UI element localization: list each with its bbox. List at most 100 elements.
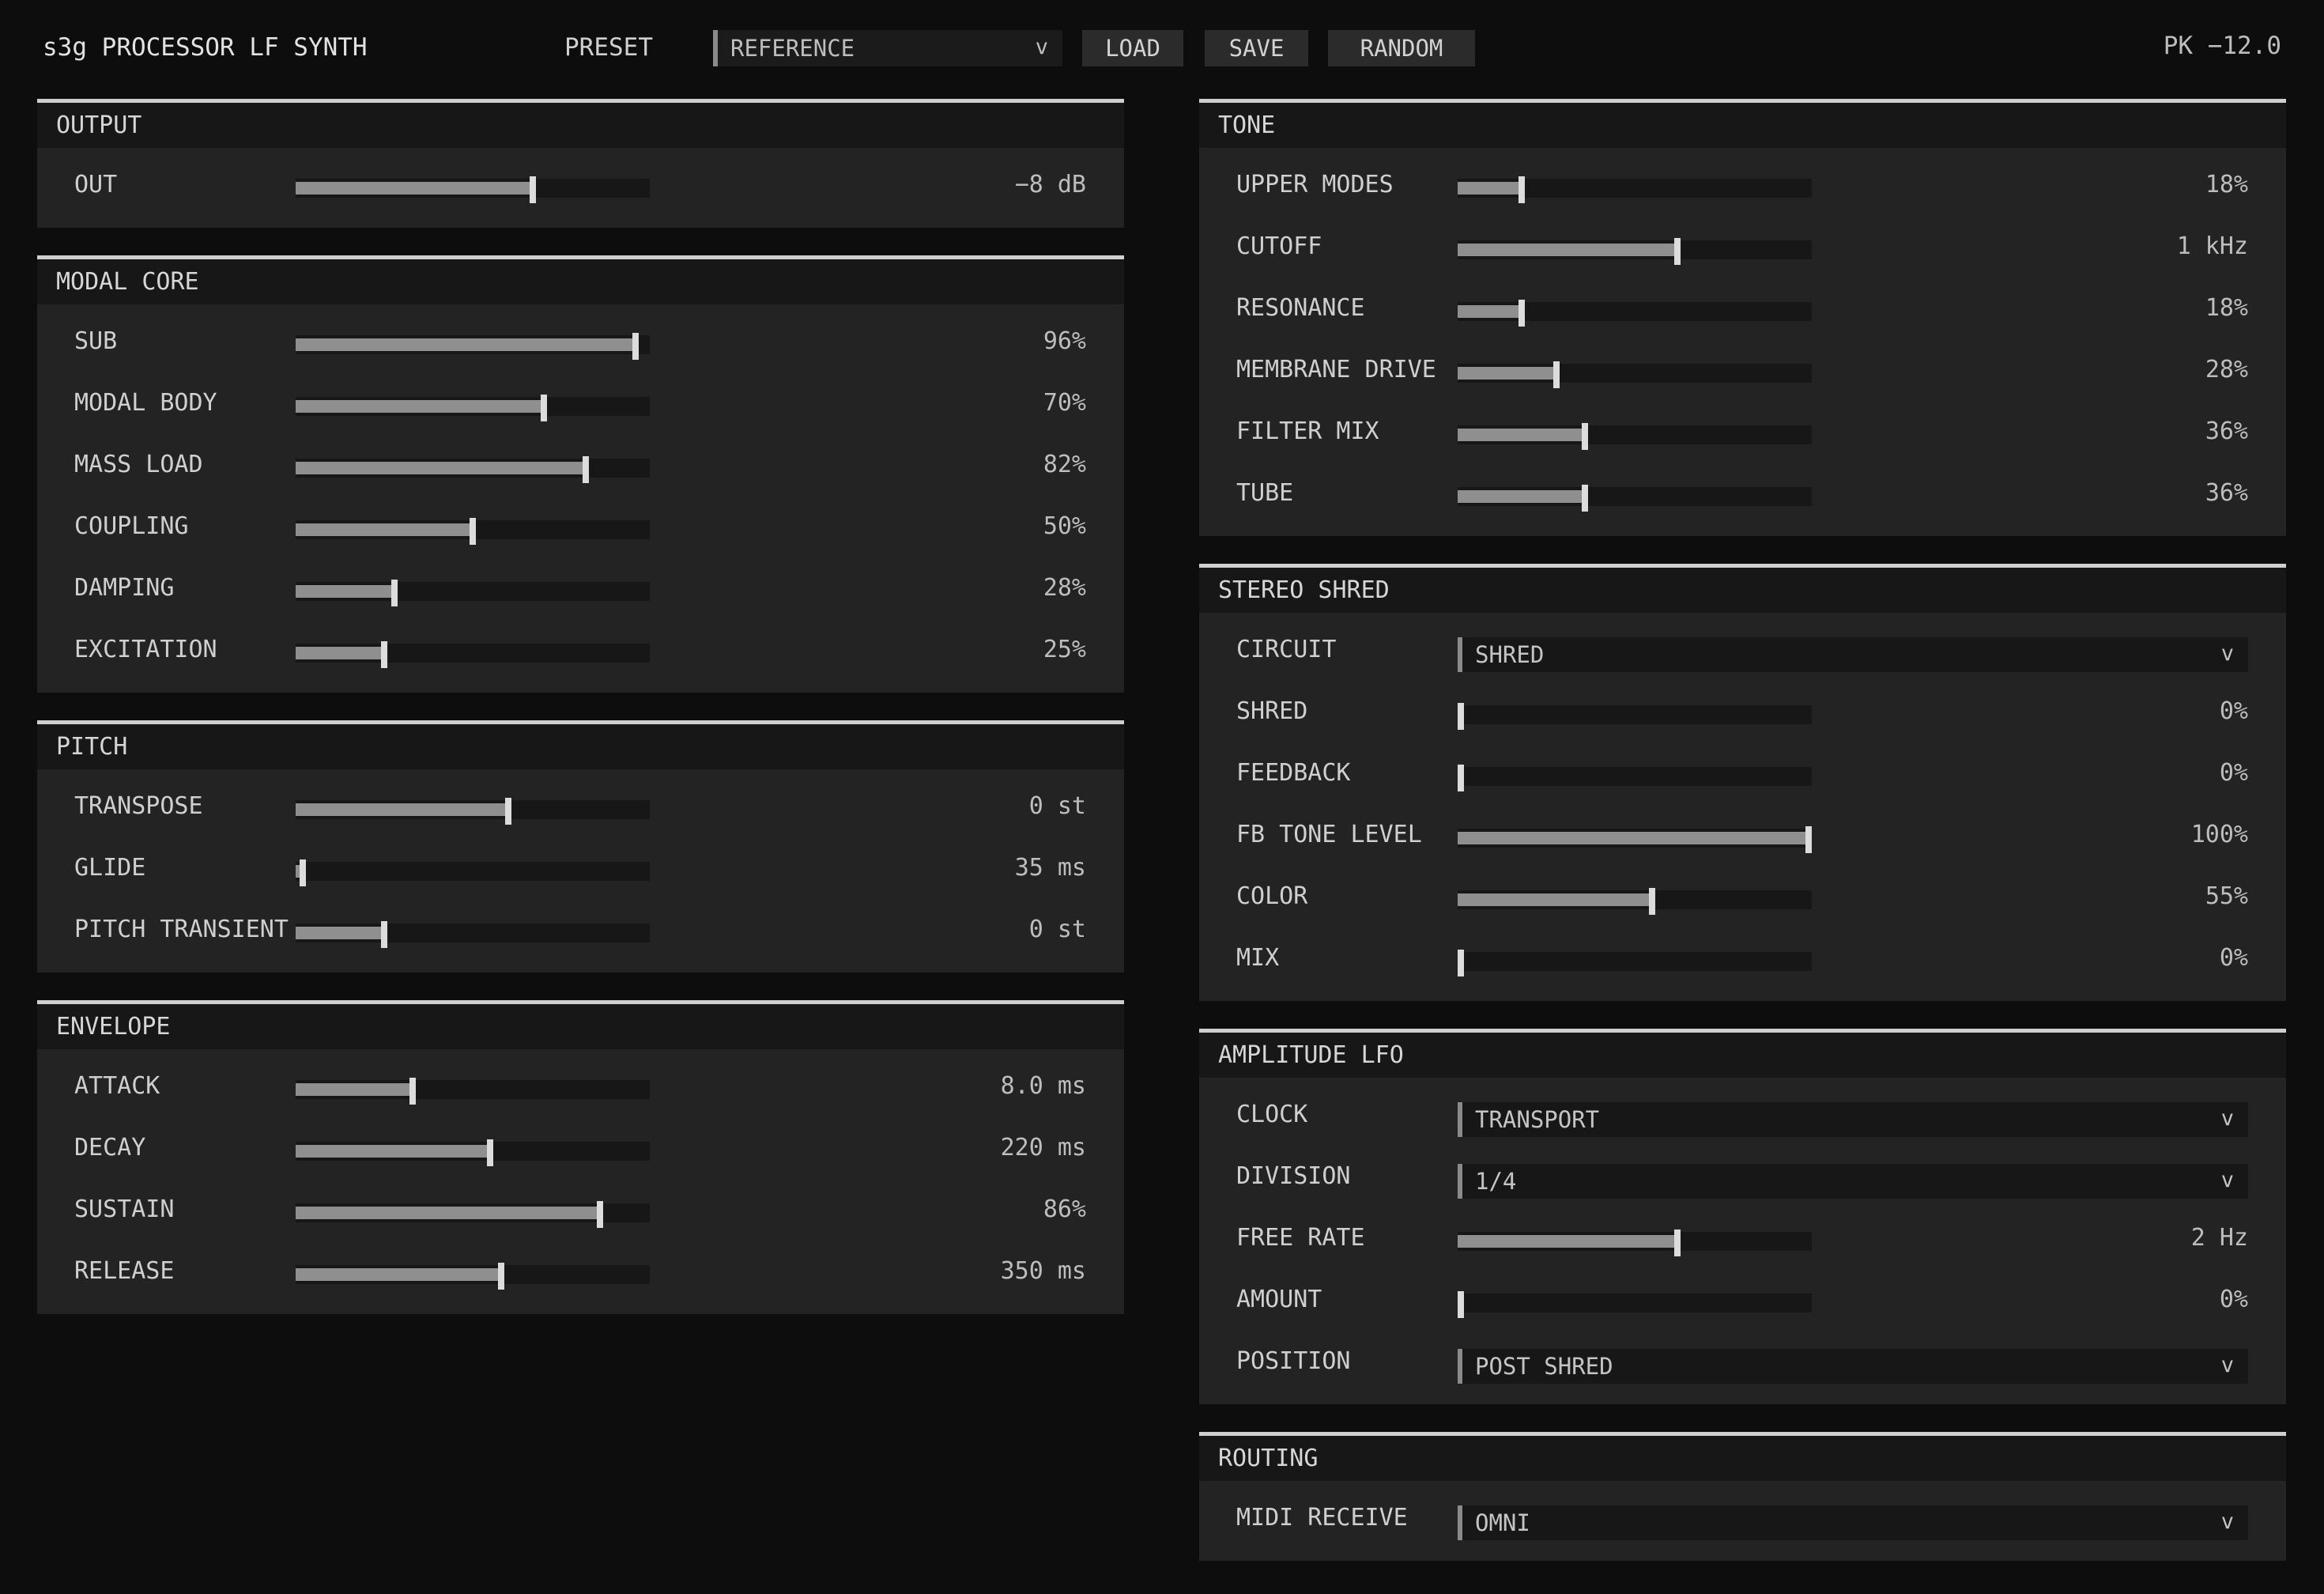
slider-row: FEEDBACK 0% xyxy=(1199,751,2286,795)
clock-dropdown[interactable]: TRANSPORT v xyxy=(1458,1102,2248,1137)
load-button[interactable]: LOAD xyxy=(1082,30,1183,66)
slider-track[interactable] xyxy=(296,1263,650,1290)
panel-title: OUTPUT xyxy=(37,103,1124,148)
slider-row: PITCH TRANSIENT 0 st xyxy=(37,908,1124,952)
slider-track[interactable] xyxy=(296,333,650,360)
slider-value: 0 st xyxy=(1028,916,1086,943)
slider-row: FREE RATE 2 Hz xyxy=(1199,1216,2286,1260)
slider-track[interactable] xyxy=(1458,300,1812,327)
slider-track[interactable] xyxy=(1458,1229,1812,1256)
slider-handle[interactable] xyxy=(1582,485,1589,512)
slider-track[interactable] xyxy=(296,859,650,886)
slider-handle[interactable] xyxy=(1582,423,1589,450)
slider-handle[interactable] xyxy=(583,456,590,483)
slider-row: CUTOFF 1 kHz xyxy=(1199,225,2286,269)
slider-track[interactable] xyxy=(296,518,650,545)
slider-fill xyxy=(296,927,384,939)
slider-handle[interactable] xyxy=(299,859,306,886)
slider-row: MODAL BODY 70% xyxy=(37,381,1124,425)
slider-handle[interactable] xyxy=(1553,361,1560,388)
slider-track[interactable] xyxy=(1458,176,1812,203)
slider-fill xyxy=(296,1268,501,1281)
slider-handle[interactable] xyxy=(1458,1291,1464,1318)
slider-row: FB TONE LEVEL 100% xyxy=(1199,813,2286,857)
save-button[interactable]: SAVE xyxy=(1205,30,1308,66)
slider-handle[interactable] xyxy=(1458,950,1464,976)
slider-value: 55% xyxy=(2205,882,2248,910)
slider-track[interactable] xyxy=(1458,1291,1812,1318)
slider-handle[interactable] xyxy=(1458,703,1464,730)
slider-track[interactable] xyxy=(296,1139,650,1166)
preset-label: PRESET xyxy=(564,33,653,62)
slider-fill xyxy=(1458,832,1809,844)
slider-handle[interactable] xyxy=(1458,765,1464,791)
slider-value: 96% xyxy=(1043,327,1086,355)
slider-track[interactable] xyxy=(296,1078,650,1105)
slider-track[interactable] xyxy=(296,456,650,483)
slider-track[interactable] xyxy=(1458,361,1812,388)
slider-handle[interactable] xyxy=(530,176,537,203)
slider-row: ATTACK 8.0 ms xyxy=(37,1064,1124,1109)
slider-track[interactable] xyxy=(296,921,650,948)
slider-label: MASS LOAD xyxy=(74,451,203,478)
circuit-row: CIRCUIT SHRED v xyxy=(1199,628,2286,672)
slider-handle[interactable] xyxy=(1518,300,1525,327)
slider-handle[interactable] xyxy=(632,333,639,360)
circuit-selected-value: SHRED xyxy=(1475,641,1545,668)
slider-fill xyxy=(1458,244,1677,256)
slider-track[interactable] xyxy=(1458,888,1812,915)
slider-fill xyxy=(296,400,544,413)
slider-track[interactable] xyxy=(296,176,650,203)
slider-track[interactable] xyxy=(296,580,650,606)
division-dropdown[interactable]: 1/4 v xyxy=(1458,1164,2248,1199)
slider-handle[interactable] xyxy=(381,641,387,668)
slider-track[interactable] xyxy=(1458,238,1812,265)
slider-track[interactable] xyxy=(1458,485,1812,512)
slider-row: FILTER MIX 36% xyxy=(1199,410,2286,454)
circuit-dropdown[interactable]: SHRED v xyxy=(1458,637,2248,672)
slider-handle[interactable] xyxy=(504,798,511,825)
slider-track[interactable] xyxy=(296,641,650,668)
slider-track[interactable] xyxy=(1458,423,1812,450)
slider-track[interactable] xyxy=(1458,703,1812,730)
chevron-down-icon: v xyxy=(2220,641,2234,666)
slider-handle[interactable] xyxy=(1805,826,1812,853)
slider-row: DECAY 220 ms xyxy=(37,1126,1124,1170)
slider-track[interactable] xyxy=(1458,950,1812,976)
slider-handle[interactable] xyxy=(497,1263,504,1290)
slider-handle[interactable] xyxy=(1649,888,1656,915)
preset-dropdown[interactable]: REFERENCE v xyxy=(713,30,1062,66)
slider-handle[interactable] xyxy=(487,1139,494,1166)
slider-row: COLOR 55% xyxy=(1199,874,2286,919)
midi-receive-dropdown[interactable]: OMNI v xyxy=(1458,1505,2248,1540)
slider-track[interactable] xyxy=(296,798,650,825)
slider-handle[interactable] xyxy=(470,518,476,545)
slider-handle[interactable] xyxy=(540,395,547,421)
panel-title: MODAL CORE xyxy=(37,259,1124,304)
position-dropdown[interactable]: POST SHRED v xyxy=(1458,1349,2248,1384)
slider-track[interactable] xyxy=(1458,765,1812,791)
slider-handle[interactable] xyxy=(1673,1229,1681,1256)
slider-handle[interactable] xyxy=(1518,176,1525,203)
slider-row: OUT −8 dB xyxy=(37,163,1124,207)
slider-value: 35 ms xyxy=(1014,854,1086,882)
slider-handle[interactable] xyxy=(1673,238,1681,265)
peak-meter-readout: PK −12.0 xyxy=(2163,32,2281,60)
slider-fill xyxy=(296,1083,413,1096)
slider-track[interactable] xyxy=(1458,826,1812,853)
slider-handle[interactable] xyxy=(597,1201,604,1228)
slider-track[interactable] xyxy=(296,1201,650,1228)
slider-handle[interactable] xyxy=(409,1078,416,1105)
panel-modal-core: MODAL CORE SUB 96% MODAL BODY 70% MASS LOA… xyxy=(37,255,1124,693)
slider-handle[interactable] xyxy=(381,921,387,948)
slider-row: TRANSPOSE 0 st xyxy=(37,784,1124,829)
random-button[interactable]: RANDOM xyxy=(1328,30,1475,66)
slider-handle[interactable] xyxy=(391,580,398,606)
slider-label: COLOR xyxy=(1236,882,1308,910)
slider-fill xyxy=(296,462,587,474)
slider-track[interactable] xyxy=(296,395,650,421)
slider-fill xyxy=(1458,490,1586,503)
position-row: POSITION POST SHRED v xyxy=(1199,1339,2286,1384)
clock-selected-value: TRANSPORT xyxy=(1475,1106,1600,1133)
panel-stereo-shred: STEREO SHRED CIRCUIT SHRED v SHRED 0% FEE… xyxy=(1199,564,2286,1001)
